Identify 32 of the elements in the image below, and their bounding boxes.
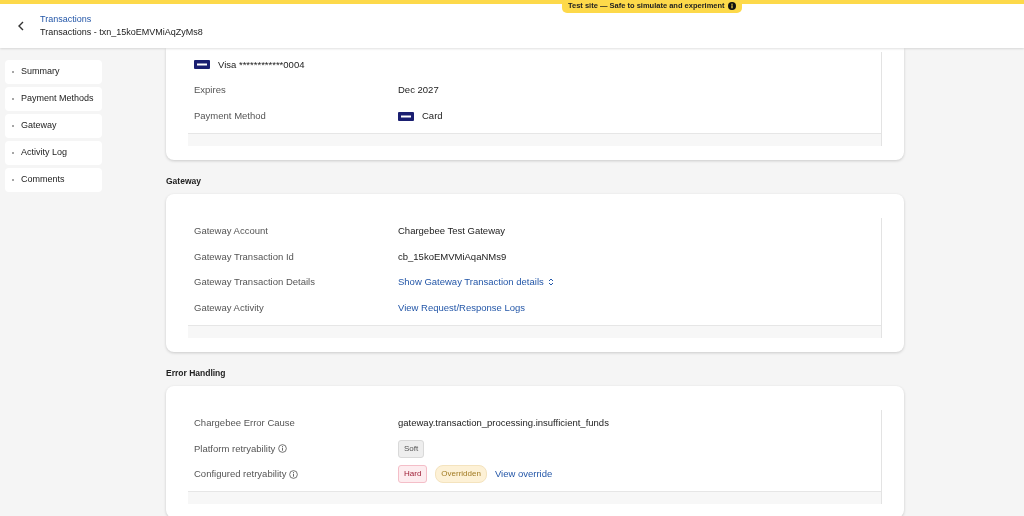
card-number: Visa ************0004 (218, 57, 305, 72)
field-label: Gateway Activity (194, 301, 264, 316)
page-title: Transactions - txn_15koEMVMiAqZyMs8 (40, 26, 203, 39)
section-heading: Error Handling (166, 367, 227, 380)
field-value: gateway.transaction_processing.insufficient_funds (398, 415, 609, 430)
field-label: Chargebee Error Cause (194, 415, 295, 430)
detail-link[interactable]: View override (494, 467, 553, 482)
card-logo-icon (194, 60, 210, 70)
info-icon[interactable] (727, 1, 736, 10)
status-tag: Soft (398, 439, 425, 458)
field-label: Platform retryability (194, 441, 276, 456)
sidebar-item[interactable]: Activity Log (5, 141, 102, 165)
field-label: Gateway Account (194, 223, 268, 238)
field-label: Expires (194, 83, 226, 98)
field-label: Payment Method (194, 109, 266, 124)
sidebar-item[interactable]: Payment Methods (5, 87, 102, 111)
detail-link[interactable]: View Request/Response Logs (398, 301, 526, 316)
field-value: Chargebee Test Gateway (398, 223, 506, 238)
section-heading: Gateway (166, 175, 202, 189)
field-value: Card (422, 109, 443, 124)
field-value: Dec 2027 (398, 83, 439, 98)
sidebar-item[interactable]: Comments (5, 168, 102, 192)
field-label: Configured retryability (194, 467, 287, 482)
sidebar-item[interactable]: Gateway (5, 114, 102, 138)
detail-link[interactable]: Show Gateway Transaction details (398, 275, 554, 290)
field-label: Gateway Transaction Id (194, 249, 294, 264)
sidebar-item[interactable]: Summary (5, 60, 102, 84)
field-label: Gateway Transaction Details (194, 275, 315, 290)
status-tag: Hard (398, 465, 428, 484)
field-value: cb_15koEMVMiAqaNMs9 (398, 249, 507, 264)
status-tag: Overridden (435, 465, 487, 484)
breadcrumb-link[interactable]: Transactions (40, 12, 203, 26)
